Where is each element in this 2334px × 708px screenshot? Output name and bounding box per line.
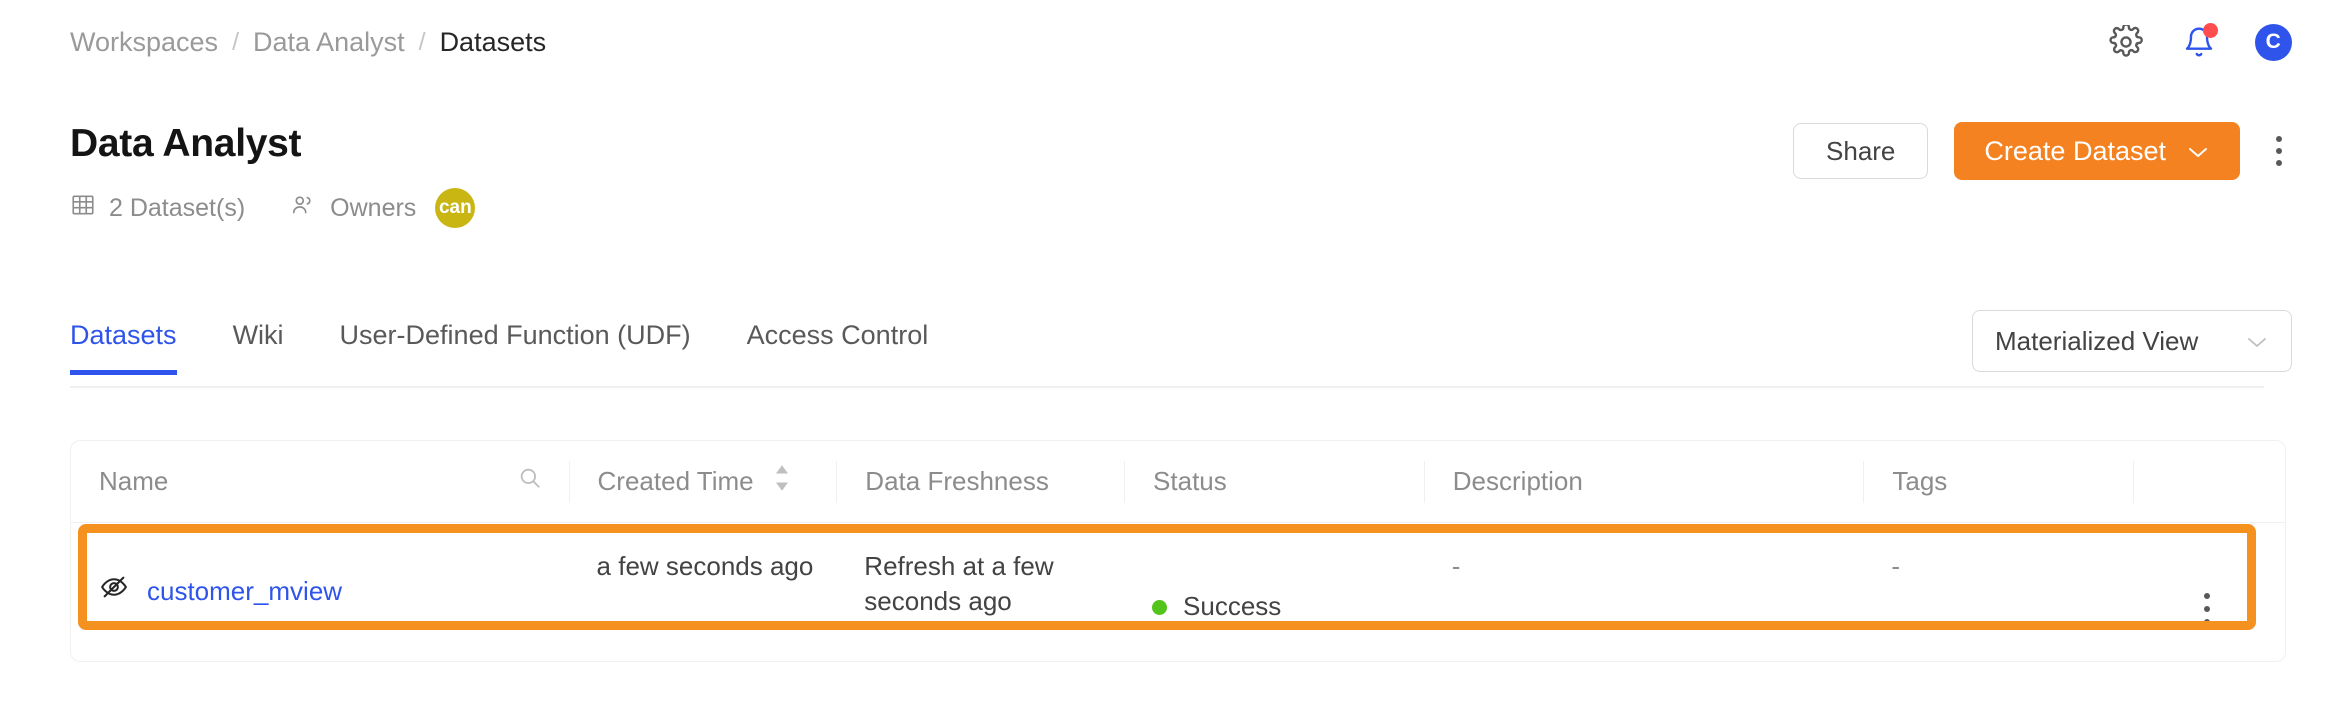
- tabs-divider: [70, 386, 2264, 388]
- kebab-dot: [2204, 619, 2211, 625]
- create-dataset-label: Create Dataset: [1984, 135, 2166, 166]
- table-header-row: Name Created Time Data Freshness Status …: [71, 441, 2285, 523]
- owner-avatar[interactable]: can: [435, 188, 476, 228]
- column-header-actions: [2133, 460, 2285, 503]
- eye-slash-icon[interactable]: [99, 572, 129, 611]
- search-icon[interactable]: [517, 465, 543, 498]
- column-header-tags-label: Tags: [1892, 466, 1948, 496]
- chevron-down-icon: [2186, 136, 2210, 167]
- breadcrumb-separator: /: [418, 27, 426, 56]
- top-bar-actions: C: [2109, 23, 2292, 61]
- avatar[interactable]: C: [2255, 23, 2292, 61]
- column-header-description-label: Description: [1452, 466, 1583, 496]
- kebab-dot: [2276, 148, 2282, 154]
- bell-icon[interactable]: [2183, 23, 2218, 59]
- column-header-name-label: Name: [99, 466, 169, 496]
- title-block: Data Analyst 2 Dataset(s) Owners can: [70, 122, 476, 228]
- tab-udf[interactable]: User-Defined Function (UDF): [340, 320, 691, 375]
- breadcrumb-item-data-analyst[interactable]: Data Analyst: [253, 27, 405, 58]
- column-header-created-time-label: Created Time: [597, 466, 754, 496]
- column-header-data-freshness: Data Freshness: [836, 460, 1124, 503]
- chevron-down-icon: [2245, 326, 2269, 357]
- notification-badge: [2203, 23, 2218, 38]
- meta-row: 2 Dataset(s) Owners can: [70, 188, 476, 228]
- status-dot-icon: [1152, 599, 1168, 615]
- view-type-select[interactable]: Materialized View: [1972, 310, 2292, 372]
- column-header-created-time[interactable]: Created Time: [568, 460, 837, 503]
- column-header-status-label: Status: [1153, 466, 1227, 496]
- kebab-dot: [2204, 593, 2211, 599]
- breadcrumb-item-datasets: Datasets: [439, 26, 547, 57]
- cell-data-freshness: Refresh at a few seconds ago: [864, 551, 1054, 617]
- cell-status: Success: [1124, 523, 1424, 661]
- column-header-status: Status: [1124, 460, 1424, 503]
- gear-icon[interactable]: [2109, 25, 2143, 59]
- column-header-description: Description: [1423, 460, 1864, 503]
- column-header-tags: Tags: [1863, 460, 2133, 503]
- tab-wiki[interactable]: Wiki: [233, 320, 284, 375]
- cell-name: customer_mview: [71, 523, 569, 661]
- sort-icon[interactable]: [772, 463, 792, 500]
- dataset-count-label: 2 Dataset(s): [109, 193, 246, 222]
- dataset-count: 2 Dataset(s): [70, 192, 245, 225]
- table-grid-icon: [70, 192, 96, 225]
- breadcrumb-separator: /: [232, 27, 240, 56]
- kebab-dot: [2276, 136, 2282, 142]
- top-bar: Workspaces / Data Analyst / Datasets C: [0, 0, 2334, 84]
- kebab-dot: [2204, 606, 2211, 612]
- datasets-table: Name Created Time Data Freshness Status …: [70, 440, 2286, 662]
- breadcrumb: Workspaces / Data Analyst / Datasets: [70, 27, 546, 58]
- owners: Owners can: [289, 188, 476, 228]
- column-header-data-freshness-label: Data Freshness: [865, 466, 1049, 496]
- cell-created-time: a few seconds ago: [596, 551, 814, 581]
- tab-access-control[interactable]: Access Control: [747, 320, 929, 375]
- owners-label: Owners: [330, 193, 417, 222]
- breadcrumb-item-workspaces[interactable]: Workspaces: [70, 27, 218, 58]
- create-dataset-button[interactable]: Create Dataset: [1954, 122, 2240, 180]
- tabs: Datasets Wiki User-Defined Function (UDF…: [70, 320, 984, 375]
- kebab-dot: [2276, 160, 2282, 166]
- header-actions: Share Create Dataset: [1793, 122, 2292, 180]
- dataset-name-link[interactable]: customer_mview: [147, 574, 342, 609]
- status-badge: Success: [1183, 591, 1282, 622]
- cell-tags: -: [1891, 551, 1901, 581]
- cell-actions: [2133, 523, 2285, 661]
- view-type-value: Materialized View: [1995, 325, 2199, 356]
- row-more-menu-button[interactable]: [2161, 549, 2285, 625]
- people-icon: [289, 192, 317, 225]
- datasets-page: Workspaces / Data Analyst / Datasets C D…: [0, 0, 2334, 708]
- header-more-menu-button[interactable]: [2266, 128, 2292, 174]
- table-row[interactable]: customer_mview a few seconds ago Refresh…: [71, 523, 2285, 661]
- share-button[interactable]: Share: [1793, 123, 1929, 179]
- page-title: Data Analyst: [70, 122, 302, 165]
- column-header-name[interactable]: Name: [71, 461, 569, 503]
- tab-datasets[interactable]: Datasets: [70, 320, 177, 375]
- cell-description: -: [1451, 551, 1461, 581]
